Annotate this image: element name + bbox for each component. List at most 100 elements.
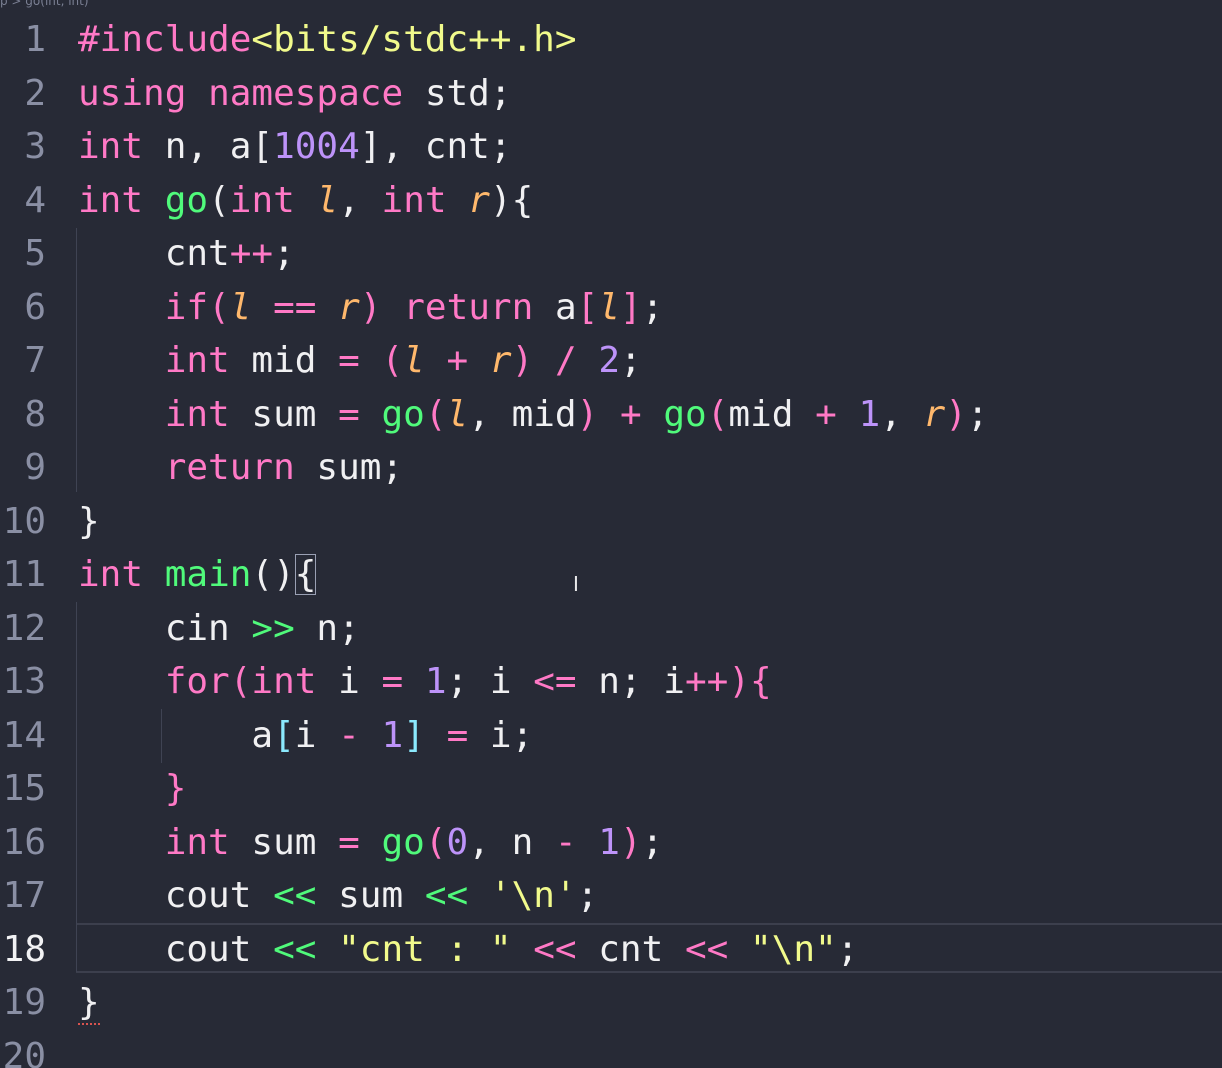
- code-line[interactable]: 8 int sum = go(l, mid) + go(mid + 1, r);: [0, 388, 1222, 442]
- code-token: 0: [446, 821, 469, 863]
- code-token: (: [229, 661, 252, 702]
- code-token: [: [576, 286, 599, 328]
- code-token: =: [338, 393, 360, 435]
- code-line[interactable]: 4 int go(int l, int r){: [0, 174, 1222, 228]
- code-token: r: [468, 179, 490, 221]
- code-text[interactable]: }: [78, 495, 100, 549]
- code-line[interactable]: 17 cout << sum << '\n';: [0, 869, 1222, 923]
- code-text[interactable]: int go(int l, int r){: [78, 174, 533, 228]
- code-token: 1: [598, 821, 620, 863]
- code-line[interactable]: 9 return sum;: [0, 441, 1222, 495]
- code-text[interactable]: a[i - 1] = i;: [78, 709, 533, 763]
- code-token: mid: [728, 393, 816, 435]
- code-token: ;: [641, 821, 664, 863]
- code-line[interactable]: 15 }: [0, 762, 1222, 816]
- code-token: ++: [229, 233, 274, 274]
- code-line[interactable]: 16 int sum = go(0, n - 1);: [0, 816, 1222, 870]
- line-number: 10: [2, 500, 46, 542]
- code-text[interactable]: cin >> n;: [78, 602, 360, 656]
- code-token: =: [381, 661, 404, 702]
- code-token: ;: [273, 233, 295, 274]
- text-cursor-icon: I: [573, 572, 579, 596]
- code-token: ,: [338, 179, 382, 221]
- code-line[interactable]: 7 int mid = (l + r) / 2;: [0, 334, 1222, 388]
- code-text[interactable]: #include<bits/stdc++.h>: [78, 13, 577, 67]
- line-number: 15: [2, 768, 46, 809]
- code-token: go: [381, 821, 425, 863]
- code-text[interactable]: int sum = go(l, mid) + go(mid + 1, r);: [78, 388, 989, 442]
- code-line[interactable]: 11 int main(){: [0, 548, 1222, 602]
- code-line[interactable]: 18 cout << "cnt : " << cnt << "\n";: [0, 923, 1222, 977]
- code-token: using: [78, 72, 187, 114]
- code-token: <<: [684, 928, 729, 970]
- code-token: go: [381, 393, 425, 435]
- code-text[interactable]: if(l == r) return a[l];: [78, 281, 664, 335]
- code-line[interactable]: 6 if(l == r) return a[l];: [0, 281, 1222, 335]
- code-token: (: [706, 393, 729, 435]
- code-text[interactable]: return sum;: [78, 441, 403, 495]
- code-line[interactable]: 12 cin >> n;: [0, 602, 1222, 656]
- breadcrumb[interactable]: p > go(int, int): [0, 0, 89, 8]
- code-line[interactable]: 14 a[i - 1] = i;: [0, 709, 1222, 763]
- code-text[interactable]: using namespace std;: [78, 67, 512, 121]
- code-token: 1: [424, 661, 447, 702]
- code-text[interactable]: int sum = go(0, n - 1);: [78, 816, 664, 870]
- code-editor[interactable]: p > go(int, int) 1 #include<bits/stdc++.h…: [0, 0, 1222, 1068]
- code-text[interactable]: cout << "cnt : " << cnt << "\n";: [78, 923, 859, 977]
- code-line[interactable]: 2 using namespace std;: [0, 67, 1222, 121]
- code-token: ++: [684, 661, 729, 702]
- code-token: "\n": [749, 928, 837, 970]
- breadcrumb-text[interactable]: p > go(int, int): [0, 0, 89, 8]
- code-line[interactable]: 19}: [0, 976, 1222, 1030]
- code-token: return: [403, 286, 534, 328]
- code-text[interactable]: cnt++;: [78, 227, 295, 281]
- line-number: 6: [24, 286, 46, 328]
- code-line[interactable]: 20: [0, 1030, 1222, 1068]
- code-text[interactable]: }: [78, 976, 100, 1030]
- code-token: std;: [403, 72, 512, 114]
- code-token: ;: [641, 286, 664, 328]
- code-text[interactable]: for(int i = 1; i <= n; i++){: [78, 655, 772, 709]
- code-line[interactable]: 13 for(int i = 1; i <= n; i++){: [0, 655, 1222, 709]
- code-text[interactable]: cout << sum << '\n';: [78, 869, 599, 923]
- code-text[interactable]: int main(){: [78, 548, 317, 602]
- code-token: l: [229, 286, 252, 328]
- code-token: n; i: [576, 661, 685, 702]
- code-token: r: [923, 393, 946, 435]
- line-number: 7: [24, 340, 46, 381]
- line-number: 13: [2, 661, 46, 702]
- code-token: main: [164, 554, 252, 595]
- code-token: l: [316, 179, 339, 221]
- code-token: go: [663, 393, 707, 435]
- line-number: 1: [24, 19, 46, 60]
- code-token: ]: [620, 286, 642, 328]
- code-token: l: [598, 286, 621, 328]
- code-token: cnt: [78, 233, 230, 274]
- code-token: +: [815, 393, 837, 435]
- code-token: >>: [251, 607, 295, 649]
- code-text[interactable]: }: [78, 762, 187, 816]
- code-token: 2: [598, 340, 621, 381]
- code-token: }: [164, 768, 187, 809]
- code-token: -: [338, 714, 360, 756]
- code-token: int: [164, 393, 230, 435]
- line-number: 18: [2, 928, 46, 970]
- code-line[interactable]: 1 #include<bits/stdc++.h>: [0, 13, 1222, 67]
- code-line[interactable]: 3 int n, a[1004], cnt;: [0, 120, 1222, 174]
- code-token: int: [164, 340, 230, 381]
- code-text[interactable]: int n, a[1004], cnt;: [78, 120, 512, 174]
- code-line[interactable]: 10}: [0, 495, 1222, 549]
- code-token: +: [446, 340, 469, 381]
- code-line[interactable]: 5 cnt++;: [0, 227, 1222, 281]
- code-token: <bits/stdc++.h>: [251, 19, 577, 60]
- code-token: int: [78, 554, 144, 595]
- code-text[interactable]: int mid = (l + r) / 2;: [78, 334, 642, 388]
- line-number: 4: [24, 179, 46, 221]
